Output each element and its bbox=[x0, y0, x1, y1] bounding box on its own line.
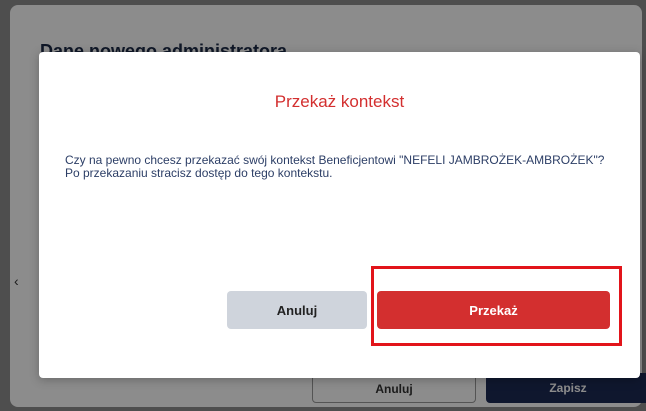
dialog-message: Czy na pewno chcesz przekazać swój konte… bbox=[65, 154, 620, 180]
transfer-button[interactable]: Przekaż bbox=[377, 291, 610, 329]
cancel-button[interactable]: Anuluj bbox=[227, 291, 367, 329]
dialog-title: Przekaż kontekst bbox=[274, 92, 405, 111]
dialog-warning: Po przekazaniu stracisz dostęp do tego k… bbox=[65, 166, 333, 180]
transfer-context-dialog: Przekaż kontekst Czy na pewno chcesz prz… bbox=[39, 52, 640, 378]
